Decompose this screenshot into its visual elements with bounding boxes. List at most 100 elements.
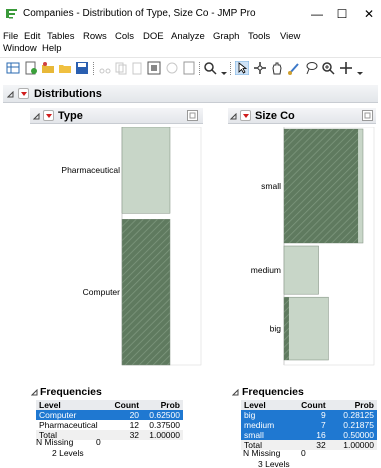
bar-medium[interactable] [283,245,319,295]
panel-options-icon[interactable] [187,110,198,121]
count-cell: 7 [288,420,329,430]
bar-label: Pharmaceutical [61,165,120,175]
prob-cell: 0.21875 [328,420,377,430]
collapse-triangle-icon[interactable] [33,113,40,120]
count-cell: 32 [108,430,143,440]
lasso-tool-icon[interactable] [304,61,318,75]
hand-tool-icon[interactable] [270,61,284,75]
menu-file[interactable]: File [3,31,18,43]
count-cell: 16 [288,430,329,440]
collapse-triangle-icon[interactable] [7,91,14,98]
size-frequencies-title: Frequencies [242,386,304,398]
data-view-icon[interactable] [147,61,161,75]
toolbar-separator [93,62,94,75]
panel-options-icon[interactable] [362,110,373,121]
new-data-table-icon[interactable] [6,61,20,75]
menu-cols[interactable]: Cols [115,31,134,43]
menu-window[interactable]: Window [3,43,37,55]
menu-help[interactable]: Help [42,43,62,55]
count-cell: 9 [288,410,329,420]
level-cell: big [241,410,289,420]
prob-header: Prob [142,400,183,410]
arrow-tool-icon[interactable] [235,61,249,75]
bar-selected-big[interactable] [284,297,289,360]
bar-label: medium [251,265,281,275]
collapse-triangle-icon[interactable] [232,389,239,396]
prob-cell: 1.00000 [142,430,183,440]
menu-graph[interactable]: Graph [213,31,239,43]
count-cell: 32 [288,440,329,450]
save-icon[interactable] [75,61,89,75]
levels-count: 2 Levels [52,448,84,458]
close-button[interactable]: ✕ [357,4,381,24]
table-row[interactable]: big 9 0.28125 [241,410,377,420]
brush-tool-icon[interactable] [287,61,301,75]
table-row[interactable]: medium 7 0.21875 [241,420,377,430]
n-missing-value: 0 [96,437,101,447]
type-frequencies-table: Level Count Prob Computer 20 0.62500 Pha… [36,400,183,440]
type-panel-header [30,108,203,124]
toolbar [0,57,381,77]
crosshair-tool-icon[interactable] [253,61,267,75]
menu-tables[interactable]: Tables [47,31,74,43]
crosshairs-plus-icon[interactable] [339,61,353,75]
n-missing-label: N Missing [36,437,74,447]
maximize-button[interactable]: ☐ [330,4,354,24]
table-row[interactable]: small 16 0.50000 [241,430,377,440]
collapse-triangle-icon[interactable] [31,389,38,396]
prob-cell: 0.28125 [328,410,377,420]
level-cell: small [241,430,289,440]
prob-cell: 0.37500 [149,420,180,430]
levels-count: 3 Levels [258,459,290,468]
size-frequencies-table: Level Count Prob big 9 0.28125 medium 7 … [241,400,377,450]
level-cell: Computer [36,410,108,420]
red-triangle-menu-icon[interactable] [240,110,251,121]
toolbar-separator [199,62,200,75]
prob-cell: 0.62500 [142,410,183,420]
menu-rows[interactable]: Rows [83,31,107,43]
window-title: Companies - Distribution of Type, Size C… [23,8,256,19]
title-bar: Companies - Distribution of Type, Size C… [0,0,381,28]
menu-analyze[interactable]: Analyze [171,31,205,43]
level-cell: Pharmaceutical [39,420,98,430]
zoom-tool-icon[interactable] [321,61,335,75]
n-missing-value: 0 [301,448,306,458]
bar-pharmaceutical[interactable] [121,127,171,214]
distributions-title: Distributions [34,88,102,100]
table-header-row: Level Count Prob [241,400,377,410]
toolbar-overflow-icon[interactable] [356,61,364,75]
report-icon[interactable] [182,61,196,75]
collapse-triangle-icon[interactable] [230,113,237,120]
red-triangle-menu-icon[interactable] [18,88,29,99]
search-icon[interactable] [203,61,217,75]
red-triangle-menu-icon[interactable] [43,110,54,121]
menu-tools[interactable]: Tools [248,31,270,43]
cut-icon[interactable] [98,61,112,75]
bar-label: small [261,181,281,191]
count-header: Count [108,400,143,410]
bar-big[interactable] [283,296,329,361]
table-header-row: Level Count Prob [36,400,183,410]
table-row[interactable]: Pharmaceutical 12 0.37500 [36,420,183,430]
level-header: Level [36,400,108,410]
open-file-icon[interactable] [58,61,72,75]
bar-selected-small[interactable] [284,129,359,243]
bar-label: Computer [83,287,120,297]
menu-doe[interactable]: DOE [143,31,164,43]
toolbar-separator [230,62,231,75]
n-missing-label: N Missing [243,448,281,458]
copy-icon[interactable] [114,61,128,75]
bar-computer[interactable] [121,219,171,366]
table-row[interactable]: Computer 20 0.62500 [36,410,183,420]
toolbar-overflow-icon[interactable] [220,61,228,75]
minimize-button[interactable]: — [305,4,329,24]
count-header: Count [288,400,329,410]
journal-icon[interactable] [165,61,179,75]
open-folder-icon[interactable] [41,61,55,75]
paste-icon[interactable] [130,61,144,75]
type-panel-title: Type [58,110,83,122]
menu-edit[interactable]: Edit [24,31,40,43]
menu-view[interactable]: View [280,31,300,43]
prob-header: Prob [328,400,377,410]
new-script-icon[interactable] [24,61,38,75]
